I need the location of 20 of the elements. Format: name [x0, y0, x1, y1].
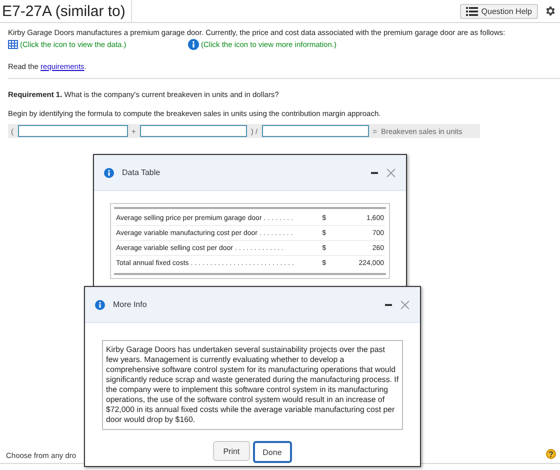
info-icon — [95, 300, 105, 310]
dialog-button[interactable]: Done — [252, 441, 292, 463]
table-icon[interactable] — [8, 40, 18, 49]
dialog-button[interactable]: Print — [213, 441, 250, 461]
list-icon — [466, 6, 478, 16]
info-icon — [104, 168, 114, 178]
info-icon — [188, 39, 199, 50]
minimize-icon[interactable] — [371, 172, 378, 174]
dialog-title: More Info — [113, 300, 147, 309]
dialog-title: Data Table — [122, 168, 160, 177]
input-field[interactable] — [18, 125, 128, 137]
input-field[interactable] — [140, 125, 247, 137]
question-help-button[interactable]: Question Help — [460, 4, 538, 18]
input-field[interactable] — [262, 125, 369, 137]
close-icon[interactable] — [400, 300, 410, 310]
minimize-icon[interactable] — [385, 304, 392, 306]
settings-icon[interactable] — [544, 5, 556, 17]
help-icon[interactable]: ? — [546, 449, 556, 459]
exercise-title: E7-27A (similar to) — [0, 0, 132, 22]
close-icon[interactable] — [386, 168, 396, 178]
